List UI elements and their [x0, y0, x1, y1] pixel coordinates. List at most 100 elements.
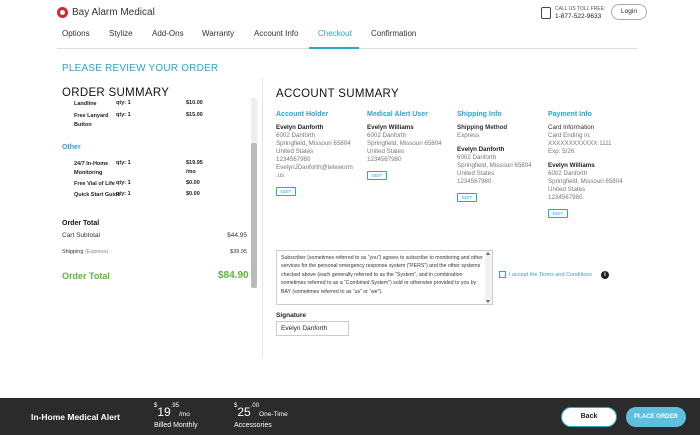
billing-phone: 1234567980: [548, 194, 583, 201]
one-time-price-main: 25: [237, 405, 251, 419]
tab-checkout[interactable]: Checkout: [318, 29, 352, 38]
grand-total-label: Order Total: [62, 271, 110, 281]
holder-name: Evelyn Danforth: [276, 124, 324, 131]
user-address1: 6002 Danforth: [367, 132, 407, 139]
tab-account-info[interactable]: Account Info: [254, 29, 298, 38]
logo-text: Bay Alarm Medical: [72, 7, 155, 18]
tab-options[interactable]: Options: [62, 29, 90, 38]
item-qty: qty: 1: [116, 160, 131, 166]
header: Bay Alarm Medical CALL US TOLL FREE: 1-8…: [0, 0, 700, 24]
billing-country: United States: [548, 186, 586, 193]
logo[interactable]: Bay Alarm Medical: [57, 7, 155, 18]
item-price: $0.00: [186, 180, 200, 186]
terms-text-box[interactable]: Subscriber (sometimes referred to as “yo…: [276, 250, 493, 305]
payment-info-column: Payment Info Card Information Card Endin…: [548, 111, 636, 222]
tab-stylize[interactable]: Stylize: [109, 29, 133, 38]
holder-email: EvelynJDanforth@teleworm: [276, 164, 353, 171]
holder-phone: 1234567980: [276, 156, 311, 163]
edit-shipping-button[interactable]: EDIT: [457, 193, 478, 202]
holder-address1: 6002 Danforth: [276, 132, 316, 139]
monthly-price-main: 19: [157, 405, 171, 419]
holder-country: United States: [276, 148, 314, 155]
item-price: $19.95: [186, 160, 203, 166]
page-title: PLEASE REVIEW YOUR ORDER: [62, 63, 219, 74]
item-name: 24/7 In-Home Monitoring: [74, 161, 109, 176]
user-address2: Springfield, Missouri 65804: [367, 140, 442, 147]
holder-email-cont: .us: [276, 172, 285, 179]
monthly-price-cents: .95: [170, 403, 180, 409]
call-label: CALL US TOLL FREE:: [555, 6, 606, 12]
phone-number[interactable]: 1-877-522-9633: [555, 13, 605, 20]
user-phone: 1234567980: [367, 156, 402, 163]
card-ending-label: Card Ending in:: [548, 132, 591, 139]
other-heading: Other: [62, 144, 81, 151]
item-qty: qty: 1: [116, 191, 131, 197]
one-time-price-sub: Accessories: [234, 422, 272, 429]
accept-terms-label[interactable]: I accept the Terms and Conditions: [509, 272, 592, 278]
card-number: XXXXXXXXXXXX 1111: [548, 140, 612, 147]
footer-product-name: In-Home Medical Alert: [31, 412, 120, 422]
column-divider: [262, 78, 263, 358]
info-icon[interactable]: i: [601, 271, 609, 279]
account-holder-column: Account Holder Evelyn Danforth 6002 Danf…: [276, 111, 364, 200]
item-name: Landline: [74, 101, 97, 107]
monthly-price-unit: /mo: [179, 411, 190, 418]
cart-subtotal-value: $44.95: [227, 232, 247, 239]
medical-alert-user-column: Medical Alert User Evelyn Williams 6002 …: [367, 111, 455, 184]
order-total-heading: Order Total: [62, 220, 100, 227]
shipping-row: Shipping (Express) $39.95: [62, 249, 247, 255]
tab-confirmation[interactable]: Confirmation: [371, 29, 416, 38]
item-price: $15.00: [186, 112, 203, 118]
shipping-info-column: Shipping Info Shipping Method Express Ev…: [457, 111, 545, 206]
one-time-price: $25.00One-Time: [234, 403, 288, 421]
cart-subtotal-row: Cart Subtotal $44.95: [62, 232, 247, 239]
accept-terms[interactable]: I accept the Terms and Conditions: [499, 271, 592, 278]
tab-warranty[interactable]: Warranty: [202, 29, 234, 38]
shipping-info-heading: Shipping Info: [457, 111, 502, 118]
summary-scrollbar-thumb[interactable]: [251, 143, 257, 288]
edit-medical-user-button[interactable]: EDIT: [367, 171, 388, 180]
place-order-button[interactable]: PLACE ORDER: [626, 407, 686, 427]
billing-address2: Springfield, Missouri 65804: [548, 178, 623, 185]
monthly-price: $19.95/mo: [154, 403, 190, 421]
back-button[interactable]: Back: [561, 407, 617, 427]
card-info-label: Card Information: [548, 124, 595, 131]
one-time-price-cents: .00: [250, 403, 260, 409]
medical-alert-user-heading: Medical Alert User: [367, 111, 428, 118]
list-item: Quick Start Guide qty: 1 $0.00: [62, 191, 250, 211]
shipping-value: $39.95: [230, 249, 247, 255]
shipping-phone: 1234567980: [457, 178, 492, 185]
grand-total-value: $84.90: [218, 270, 249, 281]
tab-add-ons[interactable]: Add-Ons: [152, 29, 184, 38]
shipping-country: United States: [457, 170, 495, 177]
shipping-method: (Express): [84, 249, 109, 255]
shipping-address2: Springfield, Missouri 65804: [457, 162, 532, 169]
accept-terms-checkbox[interactable]: [499, 271, 506, 278]
one-time-price-unit: One-Time: [259, 411, 288, 418]
billing-name: Evelyn Williams: [548, 162, 595, 169]
monthly-price-sub: Billed Monthly: [154, 422, 198, 429]
shipping-method-value: Express: [457, 132, 480, 139]
edit-payment-button[interactable]: EDIT: [548, 209, 569, 218]
order-summary-list: Landline qty: 1 $10.00 Free Lanyard Butt…: [62, 98, 250, 218]
checkout-steps-nav: Options Stylize Add-Ons Warranty Account…: [0, 24, 700, 48]
shipping-label: Shipping: [62, 249, 84, 255]
list-item: Free Lanyard Button qty: 1 $15.00: [62, 112, 250, 132]
item-qty: qty: 1: [116, 180, 131, 186]
account-holder-heading: Account Holder: [276, 111, 329, 118]
item-price: $10.00: [186, 100, 203, 106]
phone-icon: [541, 7, 551, 19]
edit-account-holder-button[interactable]: EDIT: [276, 187, 297, 196]
item-price-period: /mo: [186, 169, 196, 175]
toll-free-call[interactable]: CALL US TOLL FREE: 1-877-522-9633: [541, 6, 605, 20]
list-item: 24/7 In-Home Monitoring qty: 1 $19.95 /m…: [62, 160, 250, 180]
card-exp: Exp: 5/26: [548, 148, 575, 155]
payment-info-heading: Payment Info: [548, 111, 592, 118]
signature-input[interactable]: Evelyn Danforth: [276, 321, 349, 336]
signature-label: Signature: [276, 312, 306, 319]
account-summary-title: ACCOUNT SUMMARY: [276, 88, 399, 100]
item-qty: qty: 1: [116, 100, 131, 106]
login-button[interactable]: Login: [611, 4, 647, 20]
billing-address1: 6002 Danforth: [548, 170, 588, 177]
terms-scrollbar[interactable]: [485, 251, 492, 304]
